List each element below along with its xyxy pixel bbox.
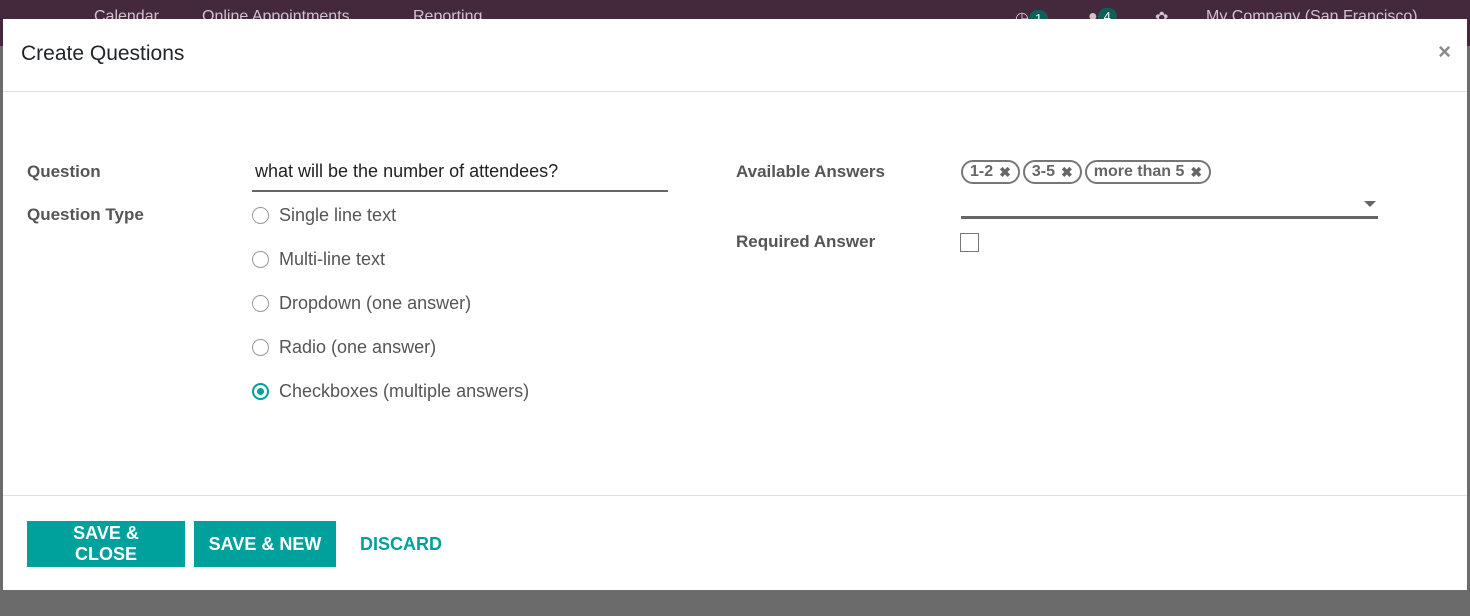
answer-tag: 3-5 ✖ [1022,160,1082,184]
radio-selected-icon [252,383,269,400]
caret-down-icon[interactable] [1364,201,1376,207]
required-answer-label: Required Answer [736,232,876,251]
available-answers-label: Available Answers [736,162,885,181]
remove-tag-icon[interactable]: ✖ [999,164,1011,181]
answer-tag: more than 5 ✖ [1084,160,1212,184]
radio-icon [252,295,269,312]
close-icon[interactable]: × [1438,39,1451,65]
save-new-button[interactable]: SAVE & NEW [194,521,336,567]
tag-label: 3-5 [1031,163,1055,180]
question-type-label: Question Type [27,205,144,224]
discard-button[interactable]: DISCARD [360,534,442,555]
tag-label: 1-2 [970,163,994,180]
radio-label: Multi-line text [279,249,386,269]
radio-label: Radio (one answer) [279,337,437,357]
question-label: Question [27,162,101,181]
dialog-header: Create Questions × [3,19,1467,92]
create-questions-dialog: Create Questions × Question what will be… [3,19,1467,590]
question-input[interactable]: what will be the number of attendees? [252,159,668,192]
radio-multi-line[interactable]: Multi-line text [252,249,385,270]
dialog-footer: SAVE & CLOSE SAVE & NEW DISCARD [3,495,1467,590]
radio-dropdown[interactable]: Dropdown (one answer) [252,293,471,314]
remove-tag-icon[interactable]: ✖ [1190,164,1202,181]
radio-radio[interactable]: Radio (one answer) [252,337,436,358]
dialog-title: Create Questions [21,42,185,65]
radio-label: Checkboxes (multiple answers) [279,381,530,401]
tag-label: more than 5 [1093,163,1185,180]
radio-icon [252,251,269,268]
save-close-button[interactable]: SAVE & CLOSE [27,521,185,567]
radio-label: Dropdown (one answer) [279,293,472,313]
radio-single-line[interactable]: Single line text [252,205,396,226]
radio-icon [252,207,269,224]
required-answer-checkbox[interactable] [960,233,979,252]
answer-tags: 1-2 ✖ 3-5 ✖ more than 5 ✖ [961,160,1212,184]
radio-icon [252,339,269,356]
radio-label: Single line text [279,205,397,225]
remove-tag-icon[interactable]: ✖ [1061,164,1073,181]
answer-tag: 1-2 ✖ [961,160,1020,184]
answers-input[interactable] [961,191,1378,219]
radio-checkboxes[interactable]: Checkboxes (multiple answers) [252,381,529,402]
